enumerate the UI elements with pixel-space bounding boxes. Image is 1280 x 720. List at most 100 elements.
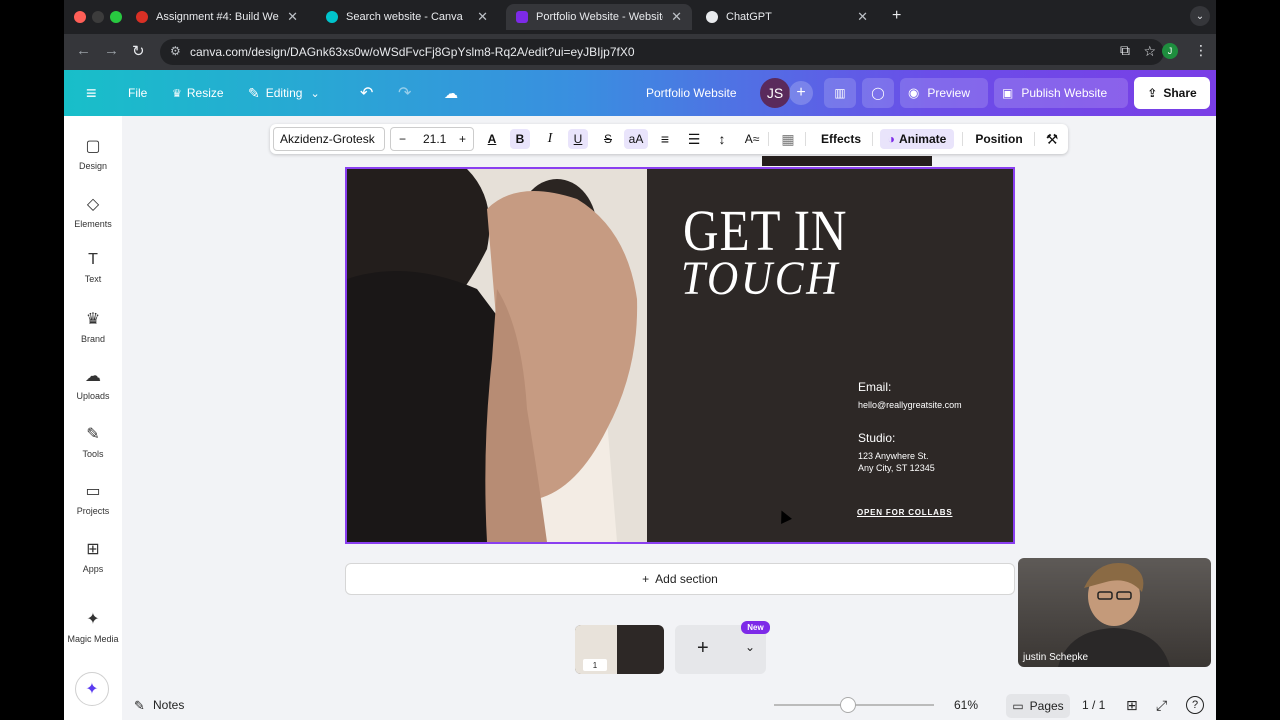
tab-chatgpt[interactable]: ChatGPT ✕ (696, 4, 878, 30)
notes-button[interactable]: Notes (153, 698, 184, 712)
font-size-input[interactable]: 21.1 (423, 132, 446, 146)
close-tab-icon[interactable]: ✕ (671, 9, 682, 25)
position-button[interactable]: Position (970, 124, 1028, 154)
design-icon: ▢ (85, 138, 101, 155)
sidebar-item-apps[interactable]: ⊞ Apps (64, 539, 122, 574)
preview-button[interactable]: ◉ Preview (900, 78, 988, 108)
tab-search-canva[interactable]: Search website - Canva ✕ (316, 4, 498, 30)
grid-view-icon[interactable]: ⊞ (1126, 697, 1138, 714)
underline-icon[interactable]: U (568, 129, 588, 149)
editing-mode-button[interactable]: ✎ Editing ⌄ (240, 78, 328, 108)
page-count: 1 / 1 (1082, 698, 1106, 712)
reload-icon[interactable]: ↻ (132, 42, 145, 60)
close-window-icon[interactable] (74, 11, 86, 23)
letter-case-icon[interactable]: aA (624, 129, 648, 149)
comment-icon[interactable]: ◯ (862, 78, 894, 108)
cloud-saved-icon[interactable]: ☁ (436, 78, 466, 108)
text-color-icon[interactable]: A (482, 124, 502, 154)
tab-search-chevron-icon[interactable]: ⌄ (1190, 6, 1210, 26)
transparency-icon[interactable]: ▦ (778, 124, 798, 154)
align-center-icon[interactable]: ≡ (655, 124, 675, 154)
tab-portfolio-website[interactable]: Portfolio Website - Website ✕ (506, 4, 692, 30)
close-tab-icon[interactable]: ✕ (287, 9, 298, 25)
sidebar-item-design[interactable]: ▢ Design (64, 136, 122, 171)
publish-website-button[interactable]: ▣ Publish Website (994, 78, 1128, 108)
forward-arrow-icon[interactable]: → (104, 42, 119, 59)
add-section-button[interactable]: + Add section (345, 563, 1015, 595)
back-arrow-icon[interactable]: ← (76, 42, 91, 59)
address-bar[interactable]: ⚙ canva.com/design/DAGnk63xs0w/oWSdFvcFj… (160, 39, 1164, 65)
text-effects-icon[interactable]: A≈ (742, 124, 762, 154)
studio-address-line2[interactable]: Any City, ST 12345 (858, 462, 935, 474)
plus-icon: + (642, 572, 650, 586)
canva-assistant-button[interactable]: ✦ (75, 672, 109, 706)
copy-style-icon[interactable]: ⚒ (1042, 124, 1062, 154)
fullscreen-icon[interactable]: ⤢ (1156, 697, 1167, 714)
bold-icon[interactable]: B (510, 129, 530, 149)
share-button[interactable]: ⇪ Share (1134, 77, 1210, 109)
italic-icon[interactable]: I (540, 124, 560, 154)
sidebar-item-magic-media[interactable]: ✦ Magic Media (64, 609, 122, 644)
zoom-slider-handle[interactable] (840, 697, 856, 713)
animate-button[interactable]: ◑ Animate (880, 129, 954, 149)
help-icon[interactable]: ? (1186, 696, 1204, 714)
undo-icon[interactable]: ↶ (352, 78, 381, 108)
headline-touch[interactable]: TOUCH (681, 251, 840, 306)
design-title[interactable]: Portfolio Website (638, 78, 745, 108)
new-tab-icon[interactable]: + (892, 7, 901, 25)
uploads-icon: ☁ (85, 368, 101, 385)
email-value[interactable]: hello@reallygreatsite.com (858, 399, 962, 411)
font-family-select[interactable]: Akzidenz-Grotesk (273, 127, 385, 151)
hamburger-menu-icon[interactable]: ≡ (78, 78, 105, 108)
effects-button[interactable]: Effects (816, 124, 866, 154)
zoom-level[interactable]: 61% (954, 698, 978, 712)
chevron-down-icon[interactable]: ⌄ (745, 640, 755, 654)
tab-assignment[interactable]: Assignment #4: Build Website ✕ (126, 4, 308, 30)
pages-button[interactable]: ▭ Pages (1006, 694, 1070, 718)
studio-address-line1[interactable]: 123 Anywhere St. (858, 450, 929, 462)
design-section[interactable]: GET IN TOUCH Email: hello@reallygreatsit… (345, 167, 1015, 544)
browser-menu-icon[interactable]: ⋮ (1194, 42, 1208, 59)
close-tab-icon[interactable]: ✕ (477, 9, 488, 25)
page-thumbnail[interactable]: 1 (575, 625, 664, 674)
crown-icon: ♛ (172, 87, 182, 100)
resize-button[interactable]: ♛ Resize (164, 78, 232, 108)
sidebar-item-elements[interactable]: ◇ Elements (64, 194, 122, 229)
add-collaborator-icon[interactable]: + (789, 81, 813, 105)
sidebar-item-label: Magic Media (67, 634, 119, 644)
sidebar-item-tools[interactable]: ✎ Tools (64, 424, 122, 459)
maximize-window-icon[interactable] (110, 11, 122, 23)
increase-size-button[interactable]: + (459, 132, 466, 146)
email-label[interactable]: Email: (858, 380, 891, 394)
assignment-favicon-icon (136, 11, 148, 23)
decrease-size-button[interactable]: − (399, 132, 406, 146)
sidebar-item-label: Brand (80, 334, 106, 344)
add-section-label: Add section (655, 572, 718, 586)
minimize-window-icon[interactable] (92, 11, 104, 23)
profile-avatar[interactable]: J (1162, 43, 1178, 59)
close-tab-icon[interactable]: ✕ (857, 9, 868, 25)
bookmark-star-icon[interactable]: ☆ (1143, 43, 1156, 60)
canva-header: ≡ File ♛ Resize ✎ Editing ⌄ ↶ ↷ ☁ Portfo… (64, 70, 1216, 116)
strikethrough-icon[interactable]: S (598, 124, 618, 154)
sidebar-item-uploads[interactable]: ☁ Uploads (64, 366, 122, 401)
collaborator-avatar[interactable]: JS (760, 78, 790, 108)
insights-chart-icon[interactable]: ▥ (824, 78, 856, 108)
sidebar-item-text[interactable]: T Text (64, 251, 122, 284)
studio-label[interactable]: Studio: (858, 431, 895, 445)
sidebar-item-projects[interactable]: ▭ Projects (64, 481, 122, 516)
open-for-collabs-link[interactable]: OPEN FOR COLLABS (857, 508, 952, 517)
webcam-person-illustration (1058, 563, 1170, 667)
site-info-icon[interactable]: ⚙ (170, 44, 181, 58)
divider (805, 132, 806, 146)
sidebar-item-label: Projects (76, 506, 110, 516)
portrait-photo[interactable] (347, 169, 647, 542)
redo-icon[interactable]: ↷ (390, 78, 419, 108)
browser-tab-bar: Assignment #4: Build Website ✕ Search we… (64, 0, 1216, 34)
file-menu[interactable]: File (120, 78, 155, 108)
line-spacing-icon[interactable]: ↕ (712, 124, 732, 154)
sidebar-item-brand[interactable]: ♛ Brand (64, 309, 122, 344)
bullet-list-icon[interactable]: ☰ (684, 124, 704, 154)
sidebar-item-label: Tools (82, 449, 104, 459)
extensions-icon[interactable]: ⧉ (1120, 42, 1130, 59)
